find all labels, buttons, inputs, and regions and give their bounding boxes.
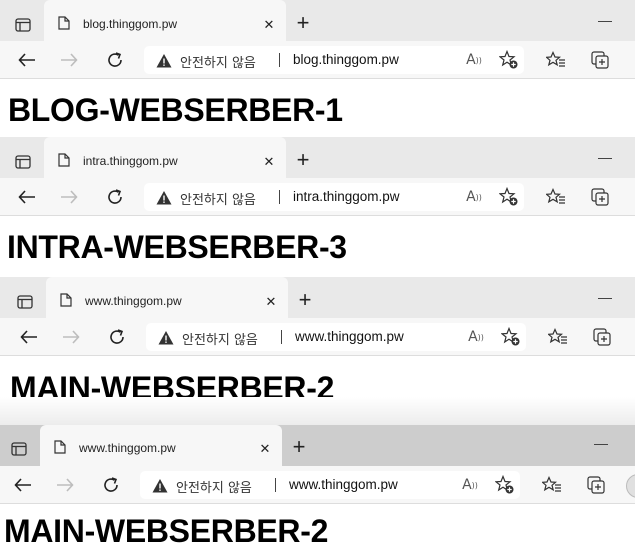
- minimize-icon[interactable]: [598, 298, 612, 299]
- collections-icon[interactable]: [590, 49, 612, 71]
- tab-actions-icon[interactable]: [13, 15, 33, 35]
- browser-tab[interactable]: www.thinggom.pw ✕: [40, 425, 282, 466]
- close-icon[interactable]: ✕: [261, 154, 277, 170]
- close-icon[interactable]: ✕: [257, 441, 273, 457]
- back-arrow-icon[interactable]: [12, 474, 34, 496]
- page-heading: BLOG-WEBSERBER-1: [8, 92, 343, 128]
- add-favorite-icon[interactable]: [498, 186, 520, 208]
- read-aloud-icon[interactable]: A)): [459, 474, 481, 496]
- page-heading: INTRA-WEBSERBER-3: [7, 229, 347, 265]
- browser-toolbar: 안전하지 않음 www.thinggom.pw A)): [0, 318, 635, 356]
- page-icon: [54, 440, 66, 454]
- divider: [279, 53, 280, 67]
- browser-tab[interactable]: intra.thinggom.pw ✕: [44, 137, 286, 178]
- address-bar[interactable]: 안전하지 않음 www.thinggom.pw A)): [146, 323, 526, 351]
- add-favorite-icon[interactable]: [498, 49, 520, 71]
- url-text[interactable]: intra.thinggom.pw: [293, 189, 400, 204]
- collections-icon[interactable]: [592, 326, 614, 348]
- minimize-icon[interactable]: [598, 21, 612, 22]
- address-bar[interactable]: 안전하지 않음 blog.thinggom.pw A)): [144, 46, 524, 74]
- browser-tab[interactable]: blog.thinggom.pw ✕: [44, 0, 286, 41]
- forward-arrow-icon: [58, 49, 80, 71]
- plus-icon[interactable]: +: [293, 10, 313, 35]
- refresh-icon[interactable]: [100, 474, 122, 496]
- back-arrow-icon[interactable]: [16, 186, 38, 208]
- refresh-icon[interactable]: [106, 326, 128, 348]
- tab-title: intra.thinggom.pw: [83, 154, 178, 168]
- browser-toolbar: 안전하지 않음 blog.thinggom.pw A)): [0, 41, 635, 79]
- favorites-icon[interactable]: [545, 49, 567, 71]
- collections-icon[interactable]: [586, 474, 608, 496]
- tab-strip: www.thinggom.pw ✕ +: [0, 425, 635, 466]
- read-aloud-icon[interactable]: A)): [463, 186, 485, 208]
- favorites-icon[interactable]: [545, 186, 567, 208]
- tab-title: blog.thinggom.pw: [83, 17, 178, 31]
- browser-window: www.thinggom.pw ✕ + 안전하지 않음 www.thinggom…: [0, 277, 635, 425]
- plus-icon[interactable]: +: [289, 434, 309, 459]
- url-text[interactable]: www.thinggom.pw: [295, 329, 404, 344]
- back-arrow-icon[interactable]: [16, 49, 38, 71]
- browser-window: intra.thinggom.pw ✕ + 안전하지 않음 intra.thin…: [0, 137, 635, 277]
- refresh-icon[interactable]: [104, 186, 126, 208]
- browser-tab[interactable]: www.thinggom.pw ✕: [46, 277, 288, 318]
- page-heading: MAIN-WEBSERBER-2: [4, 513, 329, 549]
- browser-window: blog.thinggom.pw ✕ + 안전하지 않음 blog.thingg…: [0, 0, 635, 137]
- security-label[interactable]: 안전하지 않음: [180, 189, 256, 208]
- url-text[interactable]: www.thinggom.pw: [289, 477, 398, 492]
- favorites-icon[interactable]: [547, 326, 569, 348]
- browser-toolbar: 안전하지 않음 www.thinggom.pw A)): [0, 466, 635, 504]
- plus-icon[interactable]: +: [293, 147, 313, 172]
- collections-icon[interactable]: [590, 186, 612, 208]
- add-favorite-icon[interactable]: [494, 474, 516, 496]
- warning-icon: [158, 331, 174, 345]
- url-text[interactable]: blog.thinggom.pw: [293, 52, 399, 67]
- tab-strip: intra.thinggom.pw ✕ +: [0, 137, 635, 178]
- tab-actions-icon[interactable]: [13, 152, 33, 172]
- divider: [279, 190, 280, 204]
- forward-arrow-icon: [58, 186, 80, 208]
- warning-icon: [152, 479, 168, 493]
- favorites-icon[interactable]: [541, 474, 563, 496]
- close-icon[interactable]: ✕: [263, 294, 279, 310]
- add-favorite-icon[interactable]: [500, 326, 522, 348]
- read-aloud-icon[interactable]: A)): [463, 49, 485, 71]
- tab-strip: blog.thinggom.pw ✕ +: [0, 0, 635, 41]
- plus-icon[interactable]: +: [295, 287, 315, 312]
- forward-arrow-icon: [60, 326, 82, 348]
- back-arrow-icon[interactable]: [18, 326, 40, 348]
- tab-strip: www.thinggom.pw ✕ +: [0, 277, 635, 318]
- tab-title: www.thinggom.pw: [85, 294, 182, 308]
- read-aloud-icon[interactable]: A)): [465, 326, 487, 348]
- warning-icon: [156, 54, 172, 68]
- refresh-icon[interactable]: [104, 49, 126, 71]
- divider: [281, 330, 282, 344]
- close-icon[interactable]: ✕: [261, 17, 277, 33]
- page-icon: [58, 153, 70, 167]
- divider: [275, 478, 276, 492]
- page-icon: [60, 293, 72, 307]
- profile-avatar[interactable]: [626, 474, 635, 498]
- warning-icon: [156, 191, 172, 205]
- browser-toolbar: 안전하지 않음 intra.thinggom.pw A)): [0, 178, 635, 216]
- address-bar[interactable]: 안전하지 않음 www.thinggom.pw A)): [140, 471, 520, 499]
- tab-actions-icon[interactable]: [9, 439, 29, 459]
- security-label[interactable]: 안전하지 않음: [180, 52, 256, 71]
- address-bar[interactable]: 안전하지 않음 intra.thinggom.pw A)): [144, 183, 524, 211]
- tab-title: www.thinggom.pw: [79, 441, 176, 455]
- tab-actions-icon[interactable]: [15, 292, 35, 312]
- browser-window: www.thinggom.pw ✕ + 안전하지 않음 www.thinggom…: [0, 425, 635, 557]
- security-label[interactable]: 안전하지 않음: [176, 477, 252, 496]
- page-icon: [58, 16, 70, 30]
- minimize-icon[interactable]: [598, 158, 612, 159]
- minimize-icon[interactable]: [594, 444, 608, 445]
- forward-arrow-icon: [54, 474, 76, 496]
- window-shadow: [0, 397, 635, 425]
- security-label[interactable]: 안전하지 않음: [182, 329, 258, 348]
